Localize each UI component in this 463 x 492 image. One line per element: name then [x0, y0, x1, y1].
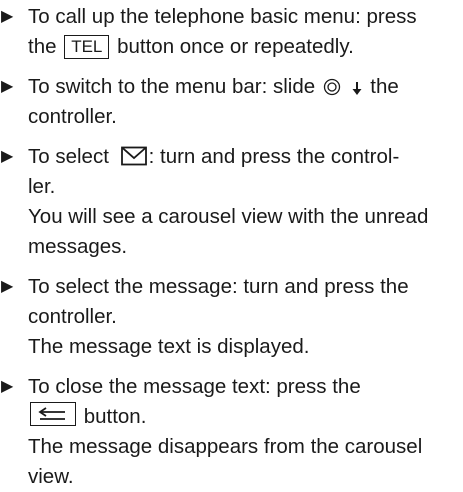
- step-call-telephone-menu: ▶ To call up the telephone basic menu: p…: [0, 2, 463, 62]
- controller-ring-icon: [323, 75, 341, 105]
- envelope-icon: [120, 145, 147, 175]
- step-text: To switch to the menu bar: slide the: [28, 72, 399, 105]
- step-text-cont: the TEL button once or repeatedly.: [28, 35, 354, 59]
- step-text: To close the message text: press the: [28, 375, 361, 398]
- arrow-down-icon: [351, 75, 363, 105]
- step-text: To select : turn and press the control-: [28, 142, 399, 175]
- step-text: To call up the telephone basic menu: pre…: [28, 5, 417, 28]
- step-text-cont: button.: [28, 402, 146, 432]
- step-result: The message text is displayed.: [28, 335, 310, 358]
- bullet-arrow: ▶: [1, 278, 14, 295]
- step-text-cont: ler.: [28, 175, 56, 198]
- step-result: The message disappears from the carousel: [28, 435, 423, 458]
- back-return-icon: [38, 407, 65, 420]
- step-text-cont: controller.: [28, 105, 117, 128]
- step-result-cont: messages.: [28, 235, 128, 258]
- bullet-arrow: ▶: [1, 8, 14, 25]
- bullet-arrow: ▶: [1, 148, 14, 165]
- tel-key: TEL: [64, 35, 110, 59]
- bullet-arrow: ▶: [1, 78, 14, 95]
- bullet-arrow: ▶: [1, 378, 14, 395]
- step-close-message: ▶ To close the message text: press the b…: [0, 372, 463, 492]
- step-text-cont: controller.: [28, 305, 117, 328]
- step-switch-menu-bar: ▶ To switch to the menu bar: slide the c…: [0, 72, 463, 132]
- step-result-cont: view.: [28, 465, 74, 488]
- back-key: [30, 402, 76, 426]
- instruction-page: ▶ To call up the telephone basic menu: p…: [0, 0, 463, 488]
- step-select-message: ▶ To select the message: turn and press …: [0, 272, 463, 362]
- step-select-messages: ▶ To select : turn and press the control…: [0, 142, 463, 262]
- step-text: To select the message: turn and press th…: [28, 275, 409, 298]
- step-result: You will see a carousel view with the un…: [28, 205, 429, 228]
